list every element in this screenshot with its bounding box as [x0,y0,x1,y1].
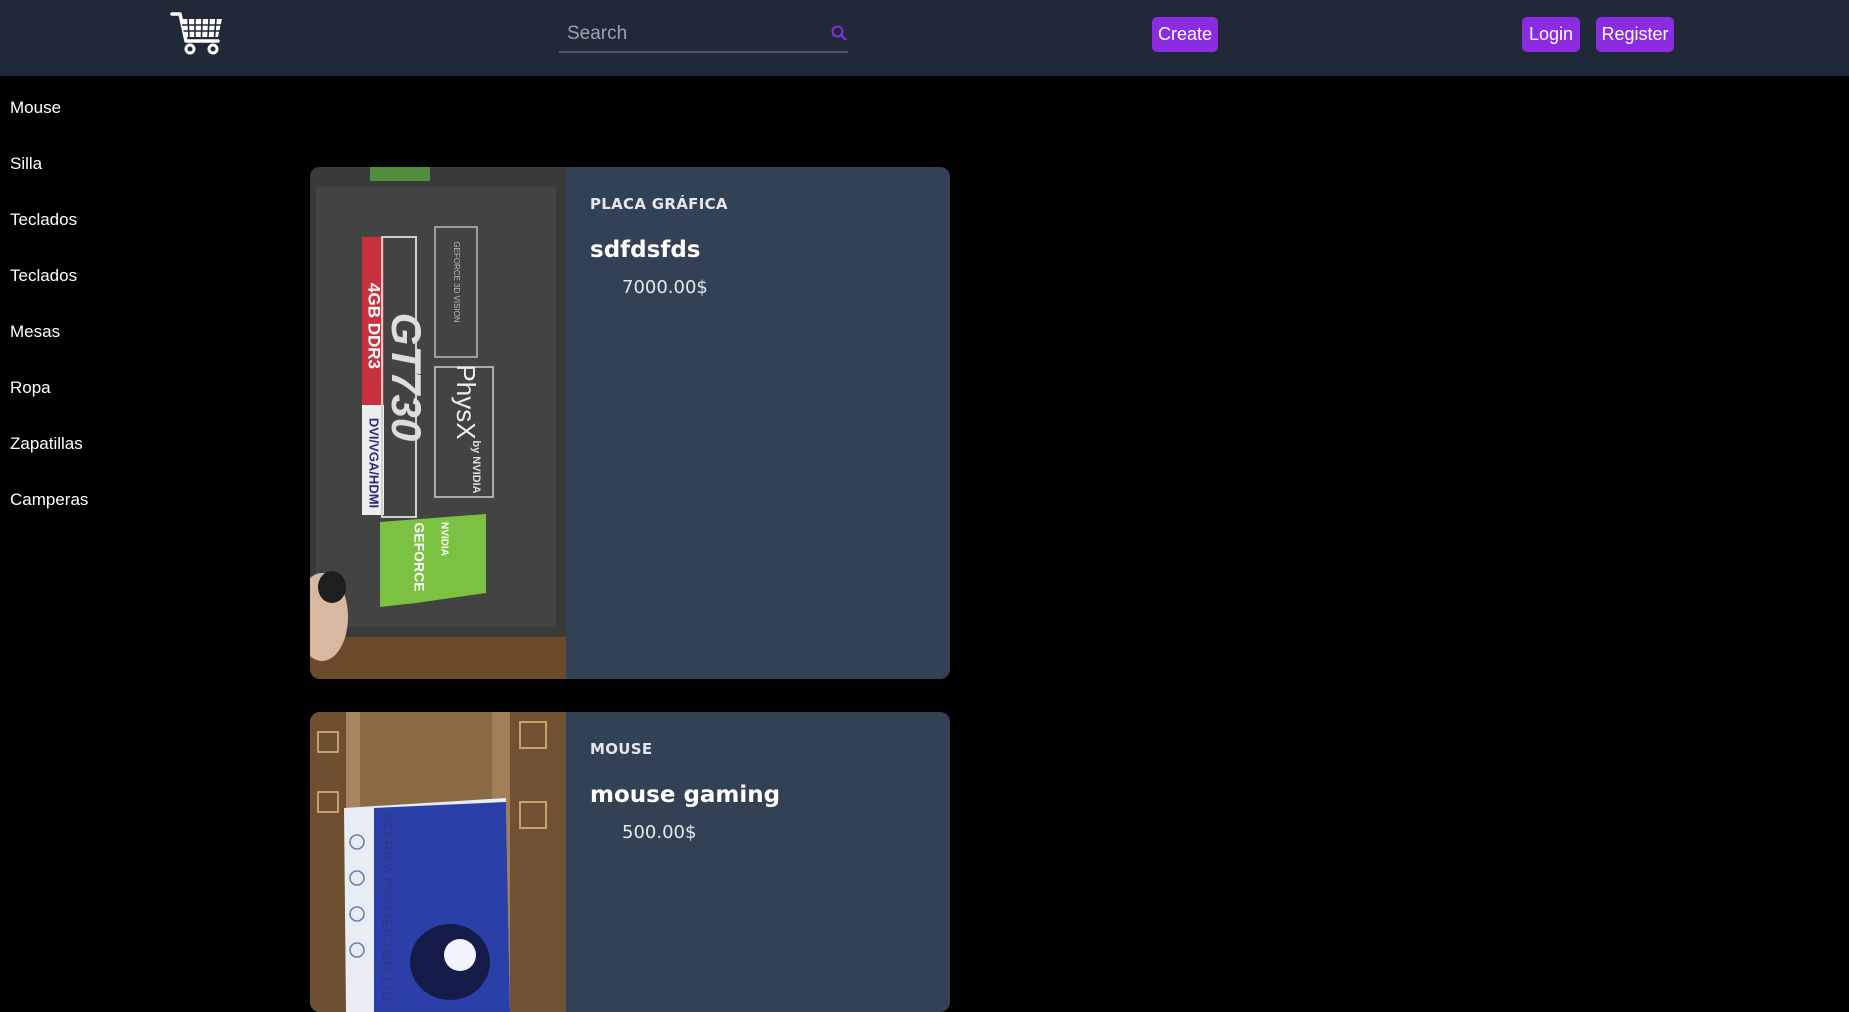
image-text-projector: STARRY PROJECTOR LIG [379,811,395,1003]
register-button[interactable]: Register [1596,17,1674,52]
top-navbar: Create Login Register [0,0,1849,76]
sidebar-item-mouse[interactable]: Mouse [10,98,61,118]
search-input[interactable] [559,16,819,51]
sidebar-item-camperas[interactable]: Camperas [10,490,88,510]
sidebar-item-ropa[interactable]: Ropa [10,378,51,398]
image-text-4gb: 4GB DDR3 [365,283,384,369]
sidebar-item-mesas[interactable]: Mesas [10,322,60,342]
product-card[interactable]: 4GB DDR3 DVI/VGA/HDMI GT730 GEFORCE 3D V… [310,167,950,679]
image-text-geforce: GEFORCE [411,522,427,591]
image-text-nvidia: NVIDIA [438,522,449,556]
image-text-physx: PhysX [451,364,481,439]
sidebar-item-teclados-2[interactable]: Teclados [10,266,77,286]
product-price: 7000.00$ [622,277,708,298]
login-button[interactable]: Login [1522,17,1580,52]
image-text-3dvision: GEFORCE 3D VISION [452,241,461,323]
image-text-ports: DVI/VGA/HDMI [367,418,382,508]
product-price: 500.00$ [622,822,697,843]
product-image[interactable]: STARRY PROJECTOR LIG [310,712,566,1012]
sidebar-item-teclados[interactable]: Teclados [10,210,77,230]
product-category: MOUSE [590,740,653,758]
shopping-cart-icon[interactable] [170,11,224,55]
product-card[interactable]: STARRY PROJECTOR LIG MOUSE mouse gaming … [310,712,950,1012]
product-title[interactable]: sdfdsfds [590,237,700,263]
image-text-bynvidia: by NVIDIA [470,440,482,493]
create-button[interactable]: Create [1152,17,1218,52]
sidebar-item-zapatillas[interactable]: Zapatillas [10,434,83,454]
search-icon[interactable] [830,24,848,42]
search-box [559,16,848,53]
sidebar-item-silla[interactable]: Silla [10,154,42,174]
image-text-model: GT730 [383,313,430,441]
product-category: PLACA GRÁFICA [590,195,728,213]
product-title[interactable]: mouse gaming [590,782,780,808]
product-image[interactable]: 4GB DDR3 DVI/VGA/HDMI GT730 GEFORCE 3D V… [310,167,566,679]
